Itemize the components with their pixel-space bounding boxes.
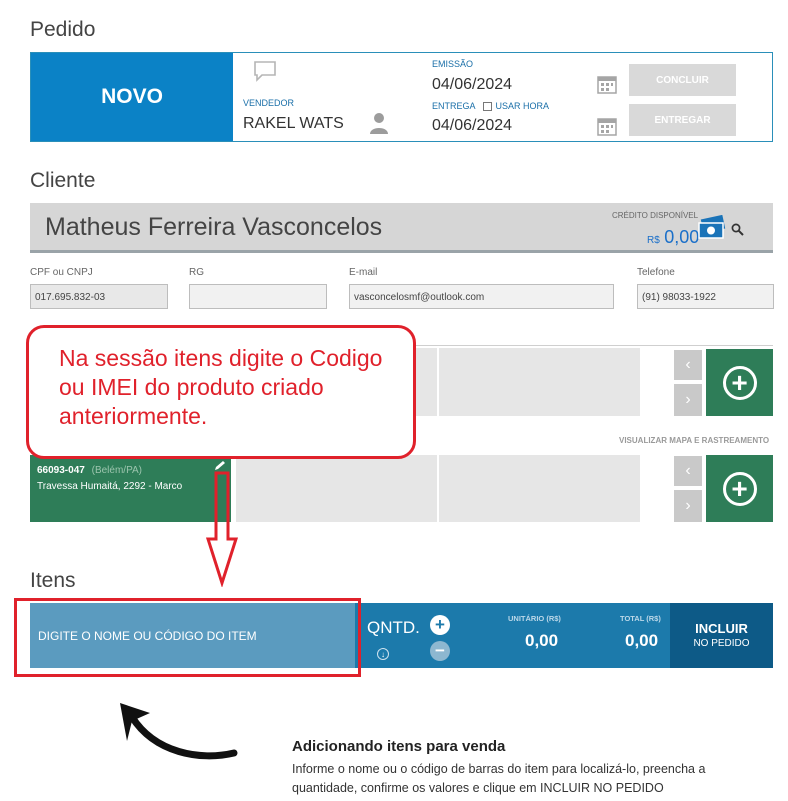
credito-amount: R$ 0,00 <box>647 227 699 248</box>
cpf-label: CPF ou CNPJ <box>30 267 93 278</box>
status-badge: NOVO <box>31 53 233 141</box>
arrow-down-icon[interactable]: ↓ <box>377 648 389 660</box>
total-label: TOTAL (R$) <box>620 614 661 623</box>
emissao-date: 04/06/2024 <box>432 76 513 93</box>
price-area: UNITÁRIO (R$) 0,00 TOTAL (R$) 0,00 <box>468 603 670 668</box>
vendedor-name: RAKEL WATS <box>243 115 344 132</box>
calendar-icon[interactable] <box>597 116 617 141</box>
add-address-button[interactable]: + <box>706 455 773 522</box>
pedido-section-title: Pedido <box>30 18 96 41</box>
annotation-callout: Na sessão itens digite o Codigo ou IMEI … <box>26 325 416 459</box>
address-card[interactable]: 66093-047 (Belém/PA) Travessa Humaitá, 2… <box>30 455 231 522</box>
decrease-quantity-button[interactable]: − <box>430 641 450 661</box>
divider <box>437 455 439 522</box>
plus-icon: + <box>722 365 757 400</box>
itens-section-title: Itens <box>30 569 76 592</box>
rg-label: RG <box>189 267 204 278</box>
cliente-name[interactable]: Matheus Ferreira Vasconcelos <box>45 213 382 242</box>
footer-text: Informe o nome ou o código de barras do … <box>292 762 706 795</box>
incluir-sub-label: NO PEDIDO <box>693 638 750 649</box>
cpf-field[interactable]: 017.695.832-03 <box>30 284 168 309</box>
usar-hora-label: USAR HORA <box>495 101 550 111</box>
money-icon[interactable] <box>697 214 727 246</box>
curved-arrow-icon <box>110 695 240 775</box>
increase-quantity-button[interactable]: + <box>430 615 450 635</box>
incluir-label: INCLUIR <box>695 621 748 636</box>
annotation-arrow-icon <box>205 471 239 592</box>
entregar-button[interactable]: ENTREGAR <box>629 104 736 136</box>
address-line-1: 66093-047 (Belém/PA) <box>37 465 224 476</box>
entrega-date: 04/06/2024 <box>432 117 513 134</box>
highlight-frame <box>14 598 361 677</box>
calendar-icon[interactable] <box>597 74 617 99</box>
divider <box>437 348 439 416</box>
address-cep: 66093-047 <box>37 465 85 476</box>
user-icon[interactable] <box>369 112 389 139</box>
comment-icon[interactable] <box>253 60 277 87</box>
pedido-panel: NOVO VENDEDOR RAKEL WATS EMISSÃO 04/06/2… <box>30 52 773 142</box>
next-arrow-button[interactable]: › <box>674 490 702 522</box>
email-label: E-mail <box>349 267 378 278</box>
next-arrow-button[interactable]: › <box>674 384 702 416</box>
visualizar-mapa-link[interactable]: VISUALIZAR MAPA E RASTREAMENTO <box>619 436 769 445</box>
unitario-value[interactable]: 0,00 <box>525 631 558 651</box>
usar-hora-checkbox[interactable] <box>482 101 492 111</box>
incluir-no-pedido-button[interactable]: INCLUIR NO PEDIDO <box>670 603 773 668</box>
telefone-label: Telefone <box>637 267 675 278</box>
credito-value: 0,00 <box>664 227 700 247</box>
entrega-label: ENTREGA <box>432 101 476 111</box>
rg-field[interactable] <box>189 284 327 309</box>
prev-arrow-button[interactable]: ‹ <box>674 350 702 380</box>
concluir-button[interactable]: CONCLUIR <box>629 64 736 96</box>
emissao-label: EMISSÃO <box>432 59 474 69</box>
cliente-section-title: Cliente <box>30 169 96 192</box>
vendedor-label: VENDEDOR <box>243 98 295 108</box>
telefone-field[interactable]: (91) 98033-1922 <box>637 284 774 309</box>
qntd-area: QNTD. ↓ + − <box>355 603 468 668</box>
credito-label: CRÉDITO DISPONÍVEL <box>612 211 699 220</box>
prev-arrow-button[interactable]: ‹ <box>674 456 702 486</box>
footer-title: Adicionando itens para venda <box>292 738 506 755</box>
address-cidade: (Belém/PA) <box>91 465 142 476</box>
cliente-header: Matheus Ferreira Vasconcelos CRÉDITO DIS… <box>30 203 773 253</box>
email-field[interactable]: vasconcelosmf@outlook.com <box>349 284 614 309</box>
entrega-label-row: ENTREGA USAR HORA <box>432 101 549 111</box>
search-icon[interactable] <box>731 223 744 241</box>
unitario-label: UNITÁRIO (R$) <box>508 614 561 623</box>
add-contact-button[interactable]: + <box>706 349 773 416</box>
plus-icon: + <box>722 471 757 506</box>
address-rua: Travessa Humaitá, 2292 - Marco <box>37 481 183 492</box>
credito-currency: R$ <box>647 235 660 246</box>
qntd-label: QNTD. <box>367 618 420 637</box>
total-value: 0,00 <box>625 631 659 650</box>
